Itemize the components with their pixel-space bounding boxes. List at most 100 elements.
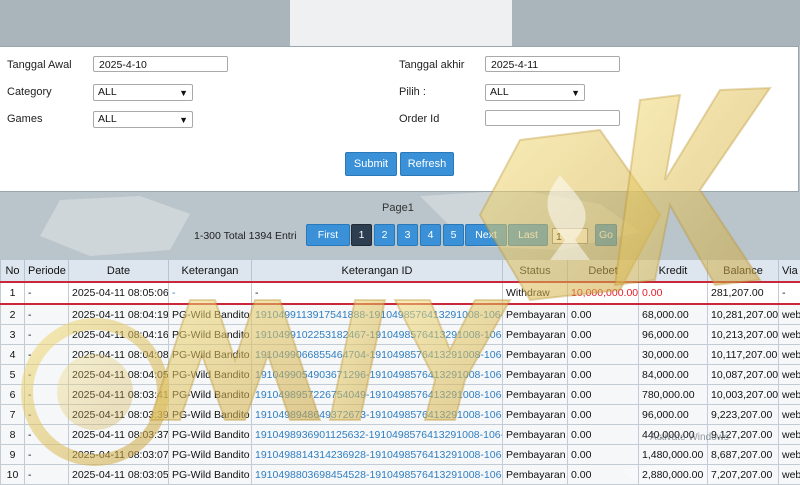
cell-via: web bbox=[779, 425, 800, 445]
refresh-button[interactable]: Refresh bbox=[400, 152, 454, 176]
cell-keterangan: PG-Wild Bandito bbox=[169, 325, 252, 345]
column-header-periode: Periode bbox=[25, 260, 69, 283]
column-header-status: Status bbox=[503, 260, 568, 283]
cell-keterangan: PG-Wild Bandito bbox=[169, 304, 252, 325]
cell-keterangan-id: - bbox=[252, 282, 503, 304]
table-row[interactable]: 4 - 2025-04-11 08:04:08 PG-Wild Bandito … bbox=[1, 345, 800, 365]
page-button-1[interactable]: 1 bbox=[351, 224, 372, 246]
category-select-value: ALL bbox=[98, 86, 117, 98]
chevron-down-icon: ▼ bbox=[571, 86, 580, 101]
cell-keterangan: PG-Wild Bandito bbox=[169, 465, 252, 485]
cell-keterangan: PG-Wild Bandito bbox=[169, 425, 252, 445]
page-button-5[interactable]: 5 bbox=[443, 224, 464, 246]
pagination-bar: Page1 1-300 Total 1394 Entri First 1 2 3… bbox=[0, 198, 800, 250]
cell-no: 5 bbox=[1, 365, 25, 385]
cell-balance: 9,223,207.00 bbox=[708, 405, 779, 425]
page-number-input[interactable]: 1 bbox=[552, 228, 588, 244]
column-header-keterangan: Keterangan bbox=[169, 260, 252, 283]
cell-keterangan-id-link[interactable]: 1910498948649372673-1910498576413291008-… bbox=[252, 405, 503, 425]
cell-no: 2 bbox=[1, 304, 25, 325]
cell-periode: - bbox=[25, 465, 69, 485]
page-button-4[interactable]: 4 bbox=[420, 224, 441, 246]
page-button-3[interactable]: 3 bbox=[397, 224, 418, 246]
cell-via: web bbox=[779, 365, 800, 385]
tanggal-awal-label: Tanggal Awal bbox=[7, 59, 72, 71]
table-row[interactable]: 5 - 2025-04-11 08:04:05 PG-Wild Bandito … bbox=[1, 365, 800, 385]
cell-keterangan-id-link[interactable]: 1910499113917541888-1910498576413291008-… bbox=[252, 304, 503, 325]
cell-periode: - bbox=[25, 425, 69, 445]
cell-debet: 0.00 bbox=[568, 385, 639, 405]
go-button[interactable]: Go bbox=[595, 224, 617, 246]
table-row[interactable]: 3 - 2025-04-11 08:04:16 PG-Wild Bandito … bbox=[1, 325, 800, 345]
cell-via: web bbox=[779, 325, 800, 345]
cell-debet: 0.00 bbox=[568, 425, 639, 445]
chevron-down-icon: ▼ bbox=[179, 113, 188, 128]
cell-debet: 0.00 bbox=[568, 365, 639, 385]
cell-via: web bbox=[779, 385, 800, 405]
column-header-balance: Balance bbox=[708, 260, 779, 283]
cell-periode: - bbox=[25, 385, 69, 405]
tanggal-akhir-input[interactable]: 2025-4-11 bbox=[485, 56, 620, 72]
cell-keterangan-id-link[interactable]: 1910498936901125632-1910498576413291008-… bbox=[252, 425, 503, 445]
cell-keterangan: PG-Wild Bandito bbox=[169, 365, 252, 385]
tanggal-awal-input[interactable]: 2025-4-10 bbox=[93, 56, 228, 72]
cell-status: Pembayaran bbox=[503, 405, 568, 425]
table-header-row: No Periode Date Keterangan Keterangan ID… bbox=[1, 260, 800, 283]
table-row[interactable]: 6 - 2025-04-11 08:03:41 PG-Wild Bandito … bbox=[1, 385, 800, 405]
first-page-button[interactable]: First bbox=[306, 224, 350, 246]
submit-button[interactable]: Submit bbox=[345, 152, 397, 176]
cell-periode: - bbox=[25, 445, 69, 465]
cell-status: Pembayaran bbox=[503, 365, 568, 385]
cell-date: 2025-04-11 08:03:05 bbox=[69, 465, 169, 485]
cell-kredit: 2,880,000.00 bbox=[639, 465, 708, 485]
cell-kredit: 68,000.00 bbox=[639, 304, 708, 325]
cell-balance: 10,117,207.00 bbox=[708, 345, 779, 365]
cell-date: 2025-04-11 08:04:19 bbox=[69, 304, 169, 325]
cell-status: Pembayaran bbox=[503, 465, 568, 485]
cell-via: web bbox=[779, 405, 800, 425]
table-row-highlighted[interactable]: 1 - 2025-04-11 08:05:06 - - Withdraw 10,… bbox=[1, 282, 800, 304]
cell-keterangan-id-link[interactable]: 1910499066855464704-1910498576413291008-… bbox=[252, 345, 503, 365]
games-select[interactable]: ALL ▼ bbox=[93, 111, 193, 128]
cell-status: Pembayaran bbox=[503, 345, 568, 365]
cell-debet: 10,000,000.00 bbox=[568, 282, 639, 304]
activate-windows-text: Activate Windows bbox=[650, 432, 729, 443]
order-id-input[interactable] bbox=[485, 110, 620, 126]
table-row[interactable]: 10 - 2025-04-11 08:03:05 PG-Wild Bandito… bbox=[1, 465, 800, 485]
table-row[interactable]: 9 - 2025-04-11 08:03:07 PG-Wild Bandito … bbox=[1, 445, 800, 465]
filter-panel: Tanggal Awal 2025-4-10 Tanggal akhir 202… bbox=[0, 46, 799, 192]
cell-kredit: 84,000.00 bbox=[639, 365, 708, 385]
cell-balance: 8,687,207.00 bbox=[708, 445, 779, 465]
cell-balance: 10,281,207.00 bbox=[708, 304, 779, 325]
column-header-kredit: Kredit bbox=[639, 260, 708, 283]
cell-date: 2025-04-11 08:03:41 bbox=[69, 385, 169, 405]
cell-keterangan-id-link[interactable]: 1910498814314236928-1910498576413291008-… bbox=[252, 445, 503, 465]
cell-keterangan-id-link[interactable]: 1910499054903671296-1910498576413291008-… bbox=[252, 365, 503, 385]
cell-no: 10 bbox=[1, 465, 25, 485]
cell-balance: 281,207.00 bbox=[708, 282, 779, 304]
cell-keterangan-id-link[interactable]: 1910498803698454528-1910498576413291008-… bbox=[252, 465, 503, 485]
table-row[interactable]: 7 - 2025-04-11 08:03:39 PG-Wild Bandito … bbox=[1, 405, 800, 425]
cell-date: 2025-04-11 08:03:37 bbox=[69, 425, 169, 445]
cell-keterangan: PG-Wild Bandito bbox=[169, 385, 252, 405]
cell-no: 1 bbox=[1, 282, 25, 304]
cell-keterangan-id-link[interactable]: 1910499102253182467-1910498576413291008-… bbox=[252, 325, 503, 345]
table-row[interactable]: 2 - 2025-04-11 08:04:19 PG-Wild Bandito … bbox=[1, 304, 800, 325]
cell-no: 6 bbox=[1, 385, 25, 405]
category-label: Category bbox=[7, 86, 52, 98]
cell-kredit: 0.00 bbox=[639, 282, 708, 304]
page-button-2[interactable]: 2 bbox=[374, 224, 395, 246]
cell-status: Pembayaran bbox=[503, 304, 568, 325]
pilih-select[interactable]: ALL ▼ bbox=[485, 84, 585, 101]
games-select-value: ALL bbox=[98, 113, 117, 125]
next-page-button[interactable]: Next bbox=[465, 224, 507, 246]
cell-date: 2025-04-11 08:03:39 bbox=[69, 405, 169, 425]
last-page-button[interactable]: Last bbox=[508, 224, 548, 246]
column-header-date: Date bbox=[69, 260, 169, 283]
cell-periode: - bbox=[25, 282, 69, 304]
cell-keterangan-id-link[interactable]: 1910498957226754049-1910498576413291008-… bbox=[252, 385, 503, 405]
cell-date: 2025-04-11 08:05:06 bbox=[69, 282, 169, 304]
cell-status: Pembayaran bbox=[503, 385, 568, 405]
cell-no: 8 bbox=[1, 425, 25, 445]
category-select[interactable]: ALL ▼ bbox=[93, 84, 193, 101]
